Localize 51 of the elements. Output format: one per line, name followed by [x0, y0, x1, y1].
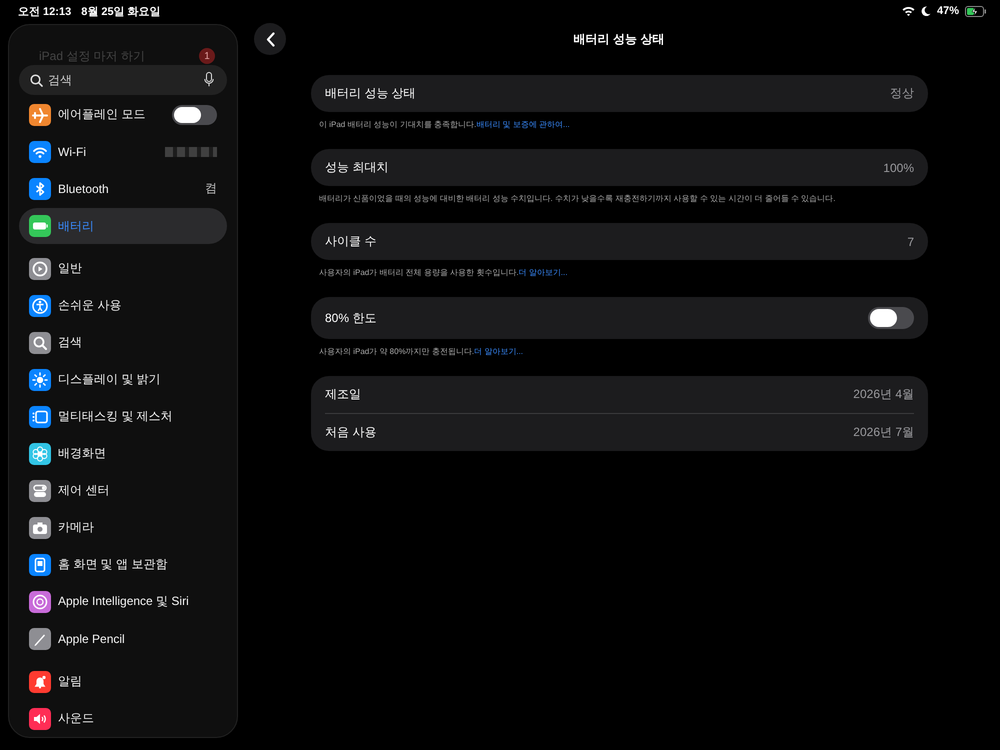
- toggle-switch[interactable]: [868, 307, 914, 329]
- sidebar-item[interactable]: 에어플레인 모드: [19, 96, 227, 133]
- redacted-block: [165, 146, 217, 156]
- microphone-icon[interactable]: [204, 72, 214, 87]
- row-label: 사이클 수: [325, 233, 376, 250]
- sidebar-item[interactable]: 카메라: [19, 509, 227, 546]
- learn-more-link[interactable]: 더 알아보기...: [474, 347, 524, 356]
- sidebar-item[interactable]: 검색: [19, 324, 227, 361]
- search-icon: [30, 74, 43, 87]
- footnote-text: 이 iPad 배터리 성능이 기대치를 충족합니다.배터리 및 보증에 관하여...: [319, 119, 571, 131]
- row-value: 7: [907, 234, 914, 248]
- status-date: 8월 25일 화요일: [81, 4, 161, 18]
- sidebar-item[interactable]: 디스플레이 및 밝기: [19, 361, 227, 398]
- status-time: 오전 12:13: [18, 4, 72, 18]
- sidebar-item[interactable]: Apple Intelligence 및 Siri: [19, 583, 227, 620]
- row-label: 성능 최대치: [325, 159, 388, 176]
- row-label: 제조일: [325, 386, 361, 403]
- footnote-text: 배터리가 신품이었을 때의 성능에 대비한 배터리 성능 수치입니다. 수치가 낮을수록 재충전하기까지 사용할 수 있는 시간이 더 줄어들 수 있습니다.: [319, 193, 836, 205]
- sidebar-item[interactable]: Wi-Fi: [19, 133, 227, 170]
- row-label: 배터리 성능 상태: [325, 85, 416, 102]
- sidebar-item[interactable]: 배경화면: [19, 435, 227, 472]
- sidebar-item[interactable]: 멀티태스킹 및 제스처: [19, 398, 227, 435]
- sidebar-item[interactable]: 사운드: [19, 700, 227, 737]
- notification-badge: 1: [199, 48, 215, 64]
- back-button[interactable]: [254, 23, 286, 55]
- sidebar-item[interactable]: 배터리: [19, 208, 227, 244]
- row-label: 처음 사용: [325, 424, 376, 441]
- learn-more-link[interactable]: 배터리 및 보증에 관하여...: [476, 120, 570, 129]
- page-title: 배터리 성능 상태: [574, 30, 664, 48]
- footnote-text: 사용자의 iPad가 배터리 전체 용량을 사용한 횟수입니다.더 알아보기...: [319, 267, 568, 279]
- sidebar-item[interactable]: 제어 센터: [19, 472, 227, 509]
- sidebar-item[interactable]: 일반: [19, 250, 227, 287]
- sidebar-item[interactable]: 알림: [19, 663, 227, 700]
- sidebar-item[interactable]: Bluetooth 켬: [19, 170, 227, 207]
- sidebar-item[interactable]: Apple Pencil: [19, 620, 227, 657]
- battery-percent: 47%: [936, 5, 959, 17]
- row-value: 정상: [890, 85, 914, 102]
- toggle-switch[interactable]: [172, 104, 217, 124]
- wifi-icon: [902, 6, 915, 16]
- moon-icon: [920, 6, 931, 16]
- sidebar-item[interactable]: 홈 화면 및 앱 보관함: [19, 546, 227, 583]
- item-value: 켬: [205, 180, 217, 197]
- learn-more-link[interactable]: 더 알아보기...: [518, 268, 568, 277]
- search-field[interactable]: 검색: [19, 65, 227, 95]
- footnote-text: 사용자의 iPad가 약 80%까지만 충전됩니다.더 알아보기...: [319, 346, 524, 358]
- row-value: 100%: [883, 160, 914, 174]
- row-value: 2026년 4월: [853, 386, 914, 403]
- chevron-left-icon: [266, 32, 274, 46]
- row-value: 2026년 7월: [853, 424, 914, 441]
- sidebar-item[interactable]: 손쉬운 사용: [19, 287, 227, 324]
- row-label: 80% 한도: [325, 310, 376, 326]
